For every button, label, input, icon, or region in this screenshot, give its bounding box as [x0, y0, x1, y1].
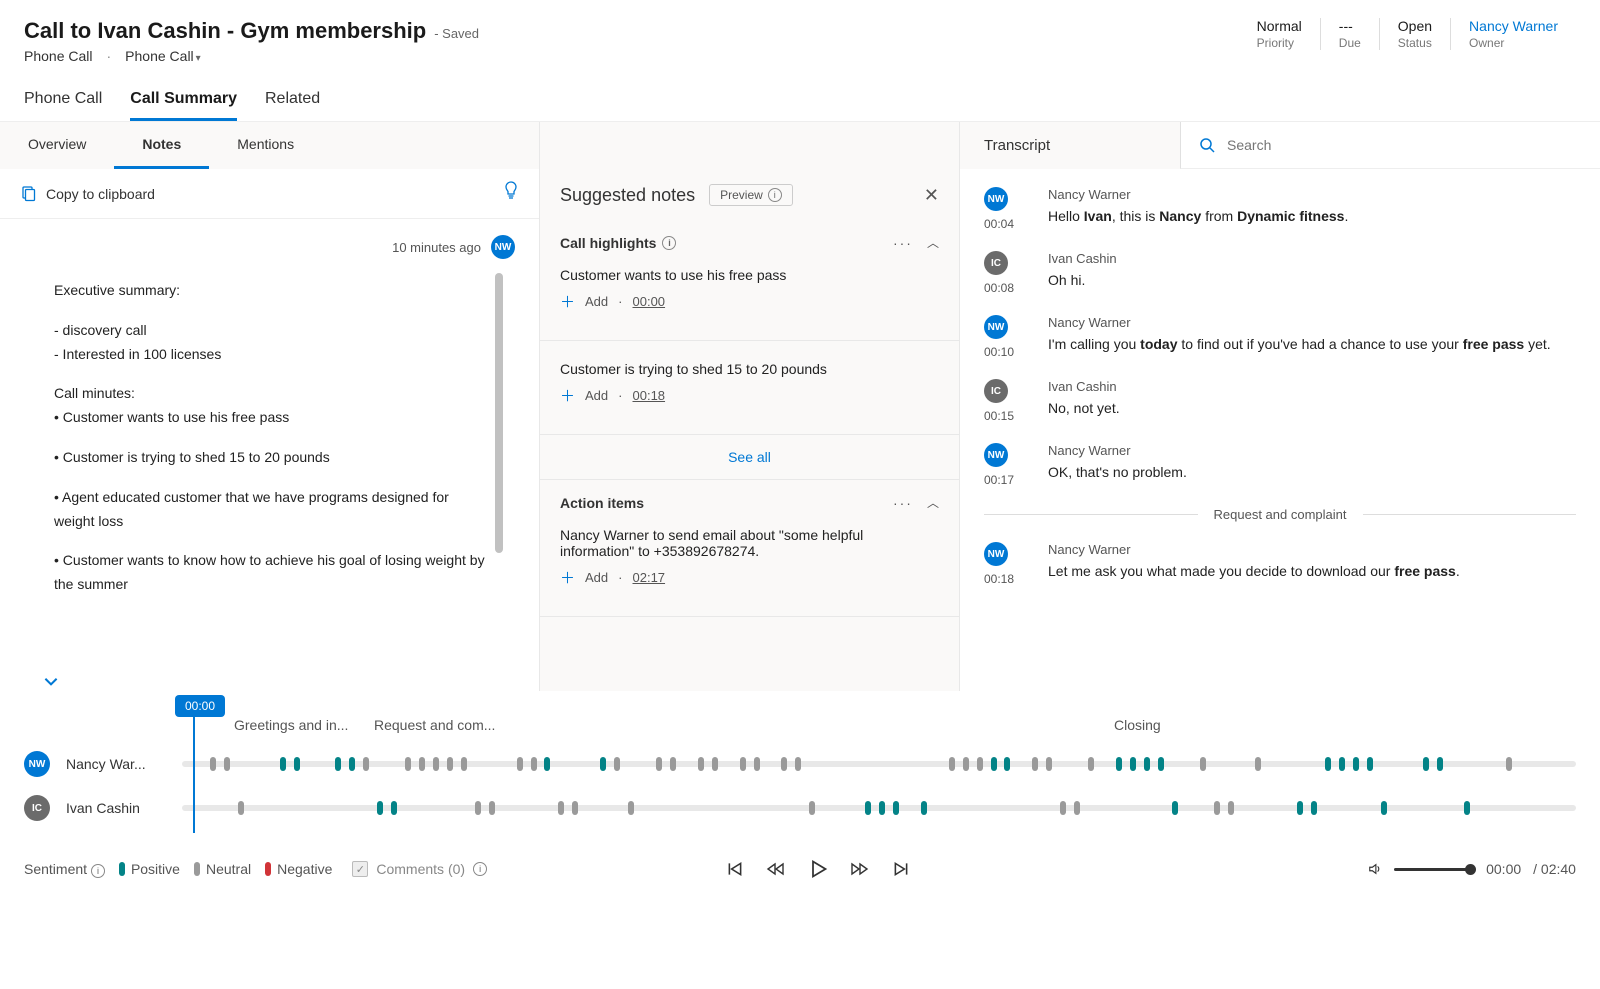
- legend-positive: Positive: [119, 861, 180, 877]
- info-icon[interactable]: i: [473, 862, 487, 876]
- record-header: Call to Ivan Cashin - Gym membership - S…: [0, 0, 1600, 72]
- form-selector[interactable]: Phone Call▾: [125, 48, 201, 64]
- track-avatar: NW: [24, 751, 50, 777]
- current-time: 00:00: [1486, 861, 1521, 877]
- speaker-avatar: NW: [984, 187, 1008, 211]
- transcript-search[interactable]: [1180, 122, 1600, 169]
- search-input[interactable]: [1227, 137, 1582, 153]
- add-button[interactable]: Add: [585, 570, 608, 585]
- playhead-line[interactable]: [193, 713, 195, 833]
- transcript-row: NW00:04 Nancy WarnerHello Ivan, this is …: [984, 177, 1576, 241]
- speaker-avatar: IC: [984, 251, 1008, 275]
- priority-field[interactable]: Normal Priority: [1239, 18, 1320, 50]
- transcript-row: NW00:18 Nancy WarnerLet me ask you what …: [984, 532, 1576, 596]
- note-body[interactable]: Executive summary: - discovery call- Int…: [0, 263, 539, 691]
- timestamp-link[interactable]: 00:18: [633, 388, 666, 403]
- info-icon[interactable]: i: [91, 864, 105, 878]
- expand-chevron-icon[interactable]: [36, 672, 66, 691]
- chevron-down-icon: ▾: [194, 53, 201, 64]
- status-field[interactable]: Open Status: [1379, 18, 1450, 50]
- note-timestamp: 10 minutes ago: [392, 240, 481, 255]
- speaker-track: IC Ivan Cashin: [24, 795, 1576, 821]
- subtab-overview[interactable]: Overview: [0, 122, 114, 169]
- add-button[interactable]: Add: [585, 294, 608, 309]
- more-icon[interactable]: ···: [893, 495, 913, 511]
- save-state: - Saved: [434, 26, 479, 41]
- transcript-tab[interactable]: Transcript: [960, 123, 1074, 168]
- call-highlights-title: Call highlights i: [560, 235, 676, 251]
- close-icon[interactable]: ✕: [924, 185, 939, 206]
- forward-icon[interactable]: [850, 860, 870, 878]
- comments-toggle[interactable]: ✓ Comments (0) i: [352, 861, 487, 877]
- legend-neutral: Neutral: [194, 861, 251, 877]
- transcript-row: NW00:17 Nancy WarnerOK, that's no proble…: [984, 433, 1576, 497]
- player-footer: Sentiment i Positive Neutral Negative ✓ …: [0, 849, 1600, 889]
- track-avatar: IC: [24, 795, 50, 821]
- track-bar[interactable]: [182, 805, 1576, 811]
- search-icon: [1199, 137, 1215, 153]
- skip-end-icon[interactable]: [892, 860, 910, 878]
- transcript-row: NW00:10 Nancy WarnerI'm calling you toda…: [984, 305, 1576, 369]
- tab-phone-call[interactable]: Phone Call: [24, 90, 102, 121]
- preview-badge: Previewi: [709, 184, 793, 206]
- segment-label: Closing: [1114, 717, 1161, 733]
- checkbox-icon[interactable]: ✓: [352, 861, 368, 877]
- page-title: Call to Ivan Cashin - Gym membership: [24, 18, 426, 44]
- plus-icon[interactable]: ＋: [560, 385, 575, 406]
- add-button[interactable]: Add: [585, 388, 608, 403]
- segment-label: Request and com...: [374, 717, 495, 733]
- play-icon[interactable]: [808, 859, 828, 879]
- speaker-avatar: NW: [984, 315, 1008, 339]
- highlight-item: Customer is trying to shed 15 to 20 poun…: [560, 355, 939, 420]
- volume-slider[interactable]: [1394, 868, 1474, 871]
- entity-type: Phone Call: [24, 48, 93, 64]
- highlight-item: Customer wants to use his free pass ＋Add…: [560, 261, 939, 326]
- transcript-row: IC00:08 Ivan CashinOh hi.: [984, 241, 1576, 305]
- volume-icon[interactable]: [1368, 862, 1382, 876]
- segment-divider: Request and complaint: [984, 507, 1576, 522]
- speaker-avatar: NW: [984, 542, 1008, 566]
- rewind-icon[interactable]: [766, 860, 786, 878]
- main-tabs: Phone Call Call Summary Related: [0, 72, 1600, 121]
- timestamp-link[interactable]: 00:00: [633, 294, 666, 309]
- subtab-mentions[interactable]: Mentions: [209, 122, 322, 169]
- playhead-badge[interactable]: 00:00: [175, 695, 225, 717]
- duration: / 02:40: [1533, 861, 1576, 877]
- plus-icon[interactable]: ＋: [560, 567, 575, 588]
- see-all-link[interactable]: See all: [540, 435, 959, 479]
- transcript-row: IC00:15 Ivan CashinNo, not yet.: [984, 369, 1576, 433]
- sentiment-label: Sentiment i: [24, 861, 105, 878]
- action-items-title: Action items: [560, 495, 644, 511]
- info-icon[interactable]: i: [768, 188, 782, 202]
- chevron-up-icon[interactable]: ︿: [927, 494, 939, 511]
- owner-field[interactable]: Nancy Warner Owner: [1450, 18, 1576, 50]
- subtab-notes[interactable]: Notes: [114, 122, 209, 169]
- speaker-track: NW Nancy War...: [24, 751, 1576, 777]
- plus-icon[interactable]: ＋: [560, 291, 575, 312]
- timestamp-link[interactable]: 02:17: [633, 570, 666, 585]
- transcript-body[interactable]: NW00:04 Nancy WarnerHello Ivan, this is …: [960, 169, 1600, 691]
- copy-to-clipboard-button[interactable]: Copy to clipboard: [20, 186, 155, 202]
- more-icon[interactable]: ···: [893, 235, 913, 251]
- author-avatar: NW: [491, 235, 515, 259]
- copy-icon: [20, 186, 36, 202]
- tab-call-summary[interactable]: Call Summary: [130, 90, 237, 121]
- legend-negative: Negative: [265, 861, 332, 877]
- notes-subtabs: Overview Notes Mentions: [0, 122, 539, 169]
- due-field[interactable]: --- Due: [1320, 18, 1379, 50]
- chevron-up-icon[interactable]: ︿: [927, 234, 939, 251]
- suggested-notes-title: Suggested notes: [560, 185, 695, 206]
- skip-start-icon[interactable]: [726, 860, 744, 878]
- call-timeline: 00:00 Greetings and in... Request and co…: [0, 691, 1600, 849]
- tab-related[interactable]: Related: [265, 90, 320, 121]
- info-icon[interactable]: i: [662, 236, 676, 250]
- scrollbar-thumb[interactable]: [495, 273, 503, 553]
- track-bar[interactable]: [182, 761, 1576, 767]
- lightbulb-icon[interactable]: [503, 181, 519, 206]
- segment-label: Greetings and in...: [234, 717, 348, 733]
- speaker-avatar: NW: [984, 443, 1008, 467]
- action-item: Nancy Warner to send email about "some h…: [560, 521, 939, 602]
- speaker-avatar: IC: [984, 379, 1008, 403]
